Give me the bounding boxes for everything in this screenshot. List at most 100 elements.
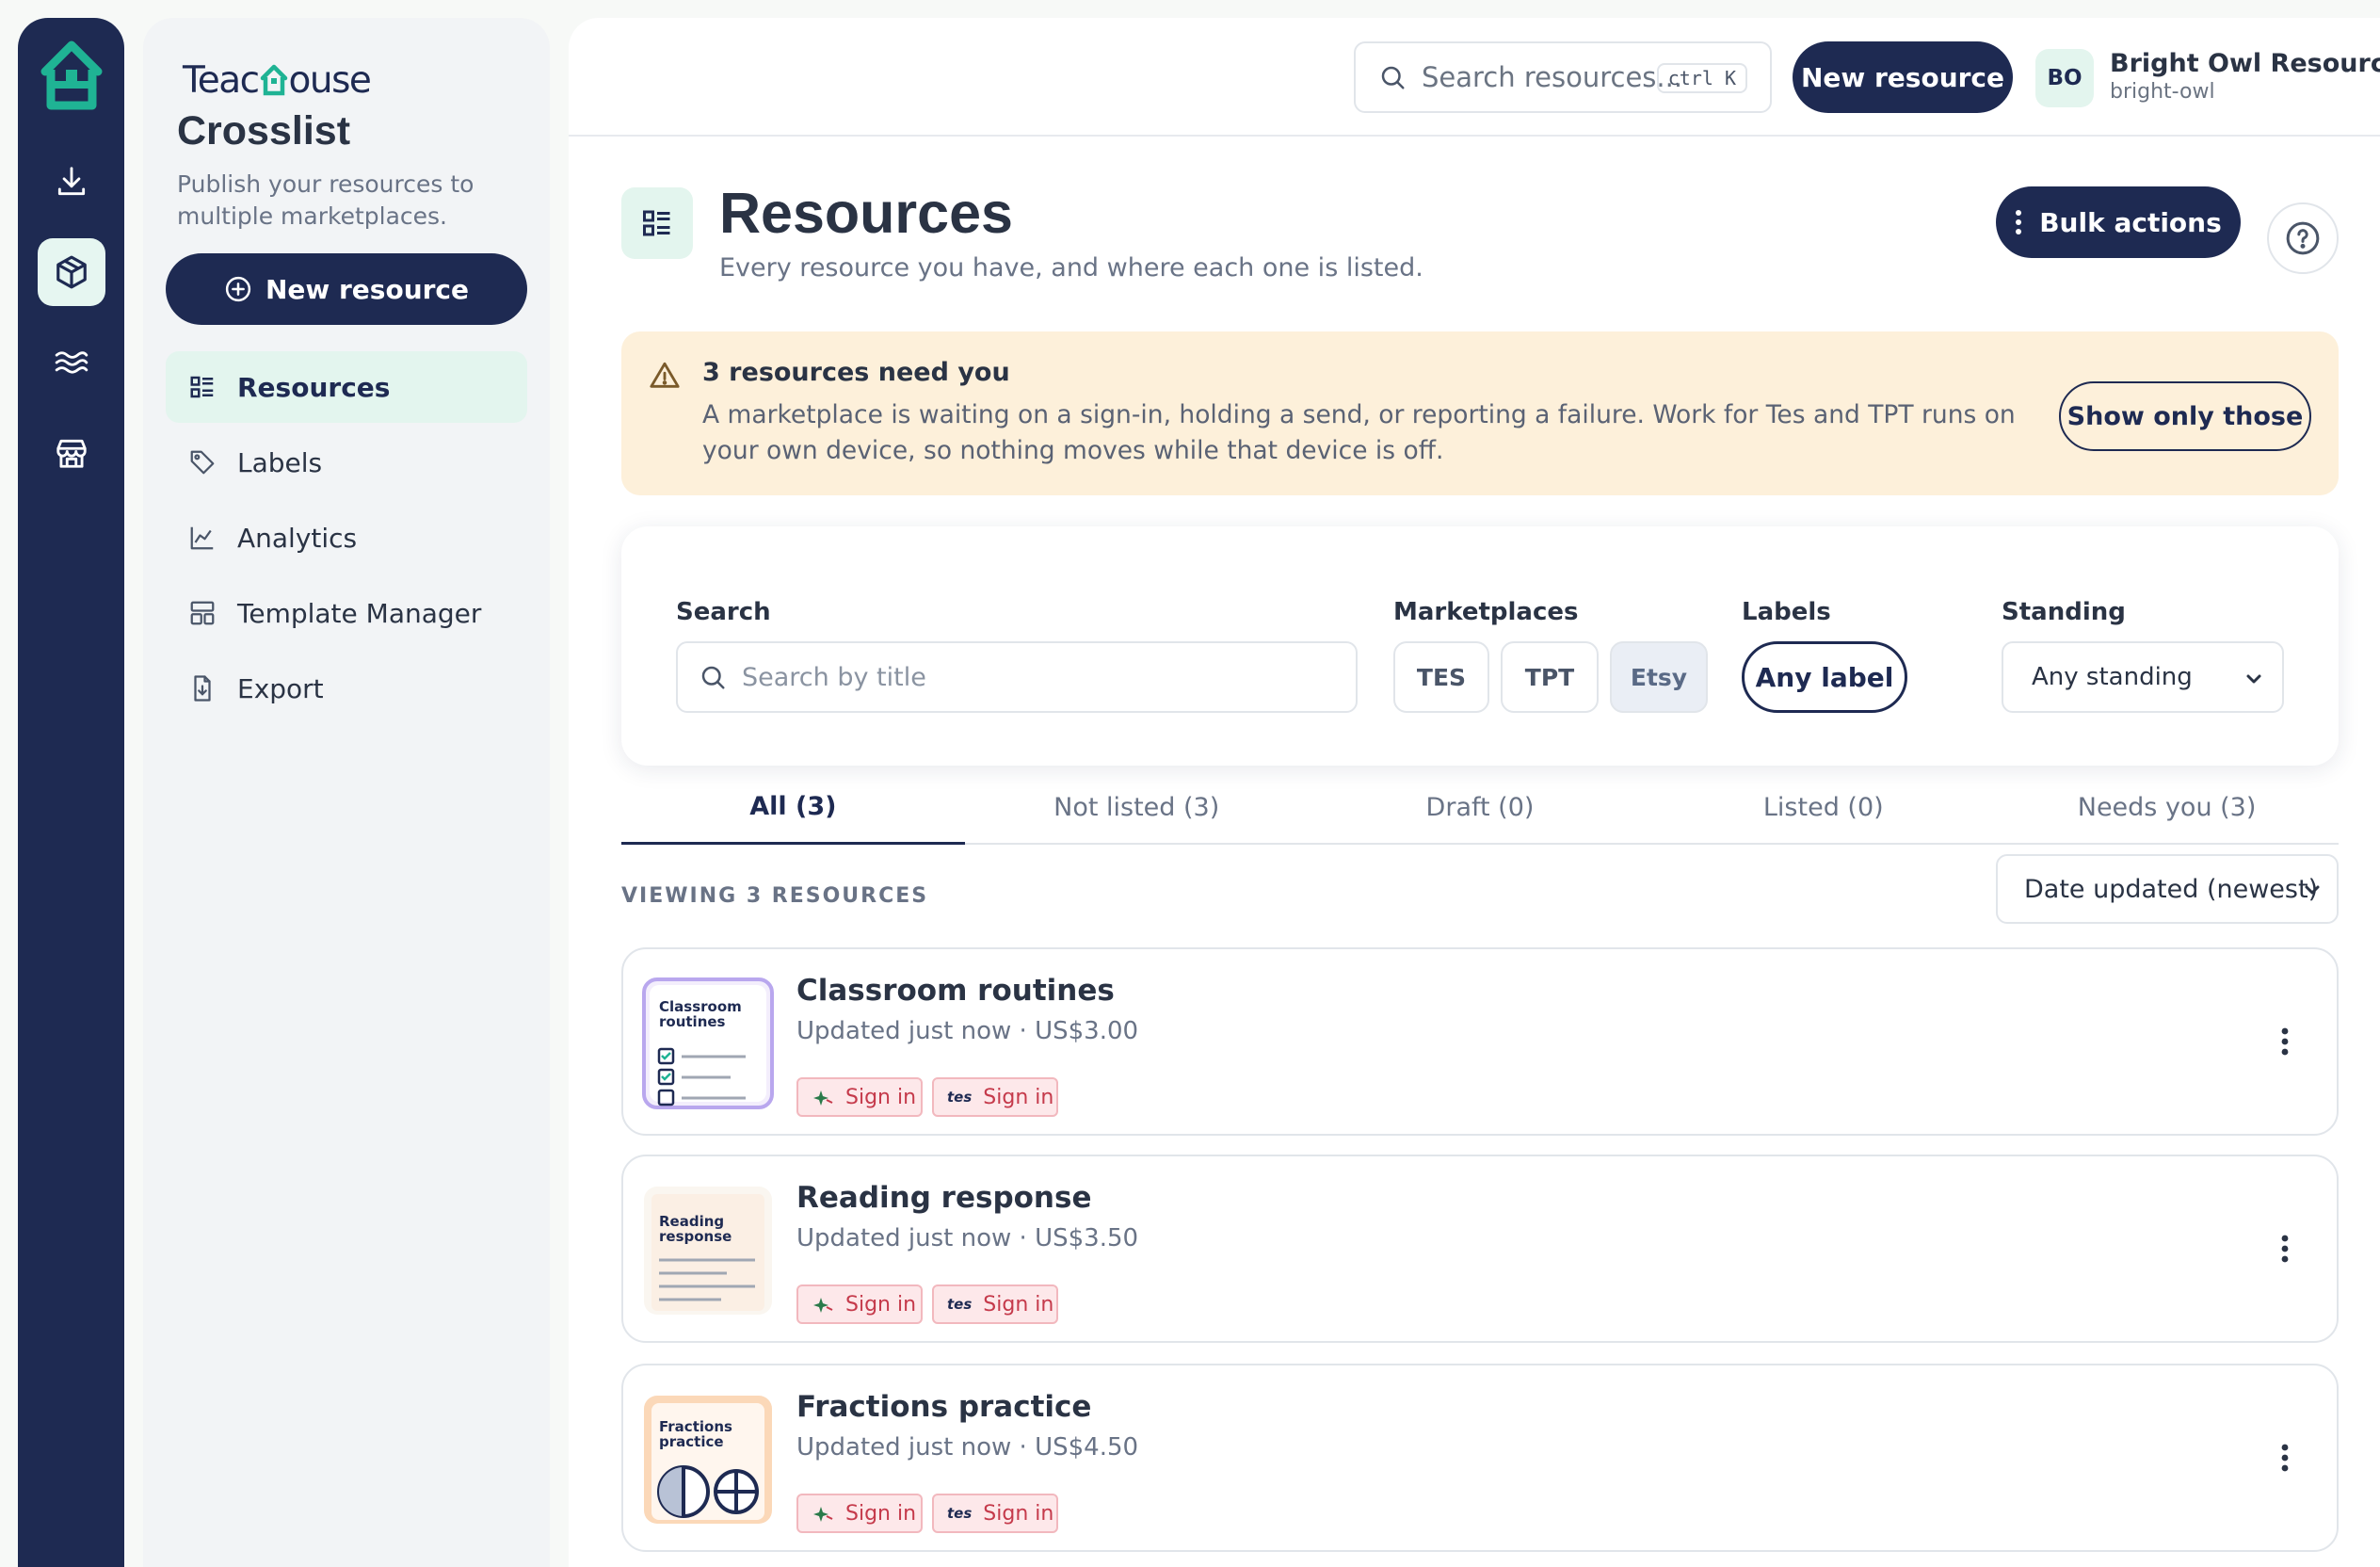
tag-icon — [188, 448, 217, 477]
resource-card[interactable]: Fractions practice Fractions practice Up… — [621, 1364, 2339, 1552]
chevron-down-icon — [2243, 668, 2265, 690]
global-search-input[interactable]: Search resources... ctrl K — [1354, 41, 1772, 113]
sidebar-item-analytics[interactable]: Analytics — [166, 502, 527, 573]
resource-thumbnail: Fractions practice — [642, 1394, 774, 1526]
resource-meta: Updated just now · US$4.50 — [796, 1433, 1139, 1462]
chip-label: Sign in — [845, 1085, 917, 1109]
marketplace-etsy-toggle[interactable]: Etsy — [1610, 641, 1708, 713]
standing-filter-label: Standing — [2002, 598, 2126, 626]
title-search-placeholder: Search by title — [742, 662, 926, 692]
more-vertical-icon — [2015, 209, 2022, 235]
title-search-input[interactable]: Search by title — [676, 641, 1358, 713]
sidebar-item-label: Resources — [237, 371, 391, 403]
show-only-those-button[interactable]: Show only those — [2059, 381, 2311, 451]
tes-logo-text: tes — [947, 1505, 973, 1522]
resource-menu-button[interactable] — [2280, 1026, 2290, 1057]
marketplace-tpt-toggle[interactable]: TPT — [1501, 641, 1599, 713]
avatar[interactable]: BO — [2035, 49, 2094, 107]
tab-draft[interactable]: Draft (0) — [1309, 771, 1652, 843]
rail-store-button[interactable] — [38, 419, 105, 487]
tab-needs-you[interactable]: Needs you (3) — [1995, 771, 2339, 843]
resources-page-icon — [621, 187, 693, 259]
resource-title[interactable]: Fractions practice — [796, 1390, 1091, 1424]
tes-sign-in-chip[interactable]: tes Sign in — [932, 1077, 1058, 1117]
more-vertical-icon — [2280, 1026, 2290, 1057]
template-icon — [188, 599, 217, 627]
app-rail — [18, 18, 124, 1567]
resource-card[interactable]: Classroom routines Classroom routines Up… — [621, 947, 2339, 1136]
secondary-sidebar: Teac ouse Crosslist Publish your resourc… — [143, 18, 550, 1567]
resource-card[interactable]: Reading response Reading response Update… — [621, 1155, 2339, 1343]
list-icon — [188, 373, 217, 401]
sidebar-new-resource-button[interactable]: New resource — [166, 253, 527, 325]
store-icon — [54, 435, 89, 471]
resource-thumbnail: Classroom routines — [642, 977, 774, 1109]
topbar-new-resource-button[interactable]: New resource — [1793, 41, 2013, 113]
plus-circle-icon — [224, 275, 252, 303]
resource-menu-button[interactable] — [2280, 1234, 2290, 1264]
standing-select-value: Any standing — [2032, 663, 2193, 691]
sidebar-item-export[interactable]: Export — [166, 653, 527, 724]
sidebar-item-label: Labels — [237, 446, 323, 478]
resource-title[interactable]: Reading response — [796, 1181, 1091, 1215]
sidebar-item-template-manager[interactable]: Template Manager — [166, 577, 527, 649]
tab-listed[interactable]: Listed (0) — [1651, 771, 1995, 843]
package-icon — [54, 254, 89, 290]
search-icon — [699, 663, 727, 691]
sidebar-new-resource-label: New resource — [265, 273, 470, 305]
export-icon — [188, 674, 217, 703]
standing-select[interactable]: Any standing — [2002, 641, 2284, 713]
rail-resources-button[interactable] — [38, 238, 105, 306]
viewing-count: VIEWING 3 RESOURCES — [621, 884, 929, 908]
tes-sign-in-chip[interactable]: tes Sign in — [932, 1494, 1058, 1533]
filters-panel: Search Search by title Marketplaces TES … — [621, 526, 2339, 766]
sidebar-item-resources[interactable]: Resources — [166, 351, 527, 423]
resource-thumbnail: Reading response — [642, 1185, 774, 1317]
logo-house-icon — [260, 64, 288, 96]
more-vertical-icon — [2280, 1234, 2290, 1264]
sidebar-item-labels[interactable]: Labels — [166, 427, 527, 498]
sidebar-item-label: Export — [237, 672, 324, 704]
tab-all[interactable]: All (3) — [621, 771, 965, 845]
tpt-logo-icon — [812, 1505, 834, 1522]
topbar: Search resources... ctrl K New resource … — [569, 18, 2380, 137]
warning-icon — [648, 360, 682, 392]
help-icon — [2284, 219, 2322, 257]
sort-select[interactable]: Date updated (newest) — [1996, 854, 2339, 924]
sort-select-value: Date updated (newest) — [2024, 874, 2319, 904]
logo-text-right: ouse — [288, 59, 372, 102]
rail-waves-button[interactable] — [38, 329, 105, 396]
tes-logo-text: tes — [947, 1296, 973, 1313]
page-subtitle: Every resource you have, and where each … — [719, 253, 1423, 283]
labels-filter-button[interactable]: Any label — [1742, 641, 1907, 713]
rail-download-button[interactable] — [38, 148, 105, 216]
download-icon — [54, 164, 89, 200]
thumbnail-text-line: practice — [659, 1433, 724, 1450]
resource-menu-button[interactable] — [2280, 1443, 2290, 1473]
main-panel: Search resources... ctrl K New resource … — [569, 18, 2380, 1567]
help-button[interactable] — [2267, 202, 2339, 274]
keyboard-shortcut-badge: ctrl K — [1656, 63, 1747, 93]
org-name[interactable]: Bright Owl Resources — [2110, 49, 2380, 78]
tab-not-listed[interactable]: Not listed (3) — [965, 771, 1309, 843]
tpt-sign-in-chip[interactable]: Sign in — [796, 1077, 923, 1117]
sidebar-item-label: Template Manager — [237, 597, 482, 629]
tpt-sign-in-chip[interactable]: Sign in — [796, 1284, 923, 1324]
marketplace-tes-toggle[interactable]: TES — [1393, 641, 1489, 713]
chip-label: Sign in — [845, 1292, 917, 1317]
bulk-actions-button[interactable]: Bulk actions — [1996, 186, 2241, 258]
logo-text-left: Teac — [183, 59, 260, 102]
home-logo-icon[interactable] — [38, 38, 105, 113]
chip-label: Sign in — [983, 1292, 1054, 1317]
tes-logo-text: tes — [947, 1089, 973, 1106]
bulk-actions-label: Bulk actions — [2039, 206, 2222, 238]
tpt-sign-in-chip[interactable]: Sign in — [796, 1494, 923, 1533]
thumbnail-text-line: routines — [659, 1013, 726, 1030]
resource-title[interactable]: Classroom routines — [796, 974, 1115, 1008]
sidebar-item-label: Analytics — [237, 522, 358, 554]
tpt-logo-icon — [812, 1089, 834, 1106]
labels-filter-label: Labels — [1742, 598, 1831, 626]
sidebar-nav: Resources Labels Analytics Template Mana… — [166, 351, 527, 728]
tpt-logo-icon — [812, 1296, 834, 1313]
tes-sign-in-chip[interactable]: tes Sign in — [932, 1284, 1058, 1324]
